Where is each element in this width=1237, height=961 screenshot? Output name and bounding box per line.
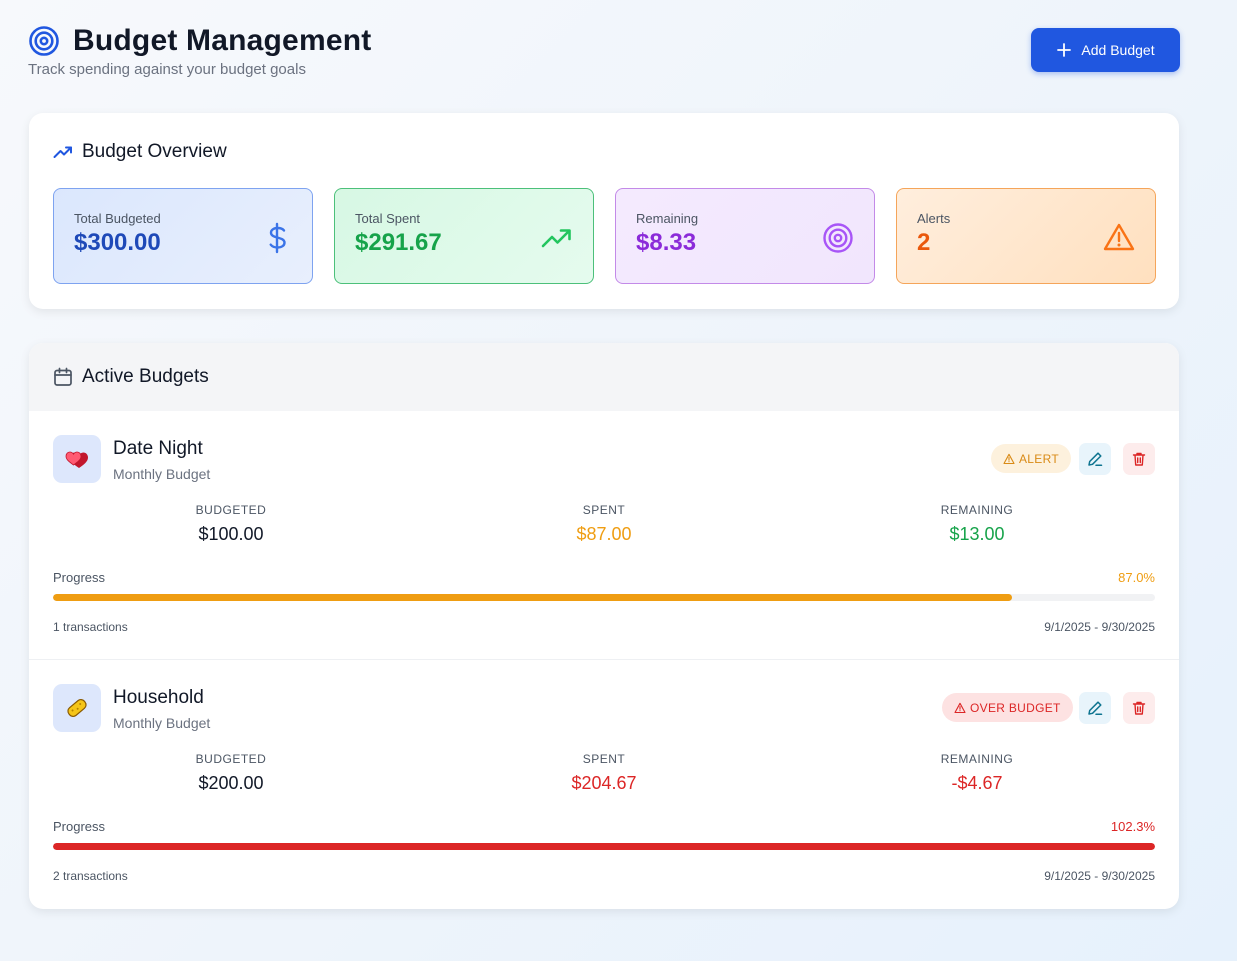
warning-icon: [954, 702, 966, 713]
trending-up-icon: [53, 146, 72, 158]
metric-spent: SPENT $87.00: [504, 503, 704, 545]
progress-label: Progress: [53, 570, 106, 585]
progress-percent: 102.3%: [1110, 819, 1155, 834]
progress-bar: [53, 843, 1155, 850]
warning-icon: [1003, 453, 1015, 464]
page-header: Budget Management Track spending against…: [28, 24, 1180, 84]
metric-budgeted: BUDGETED $200.00: [131, 752, 331, 794]
warning-icon: [1103, 223, 1135, 251]
calendar-icon: [54, 367, 72, 386]
edit-button[interactable]: [1079, 443, 1111, 475]
remaining-value: $13.00: [949, 524, 1005, 544]
metric-remaining: REMAINING $13.00: [877, 503, 1077, 545]
spent-value: $204.67: [571, 773, 637, 793]
budgeted-value: $200.00: [198, 773, 264, 793]
progress-percent: 87.0%: [1118, 570, 1155, 585]
budget-item-date-night: Date Night Monthly Budget ALERT BUDGETED…: [29, 411, 1179, 660]
stat-total-budgeted: Total Budgeted $300.00: [53, 188, 313, 284]
progress-bar: [53, 594, 1155, 601]
transaction-count: 2 transactions: [53, 869, 128, 883]
pencil-icon: [1088, 452, 1103, 467]
add-budget-button[interactable]: Add Budget: [1031, 28, 1180, 72]
stat-total-spent: Total Spent $291.67: [334, 188, 594, 284]
spent-value: $87.00: [576, 524, 632, 544]
target-icon: [29, 26, 59, 56]
active-budgets-header: Active Budgets: [29, 343, 1179, 411]
stat-alerts: Alerts 2: [896, 188, 1156, 284]
add-budget-label: Add Budget: [1081, 42, 1155, 58]
active-budgets-title: Active Budgets: [53, 366, 209, 388]
budget-type: Monthly Budget: [113, 466, 211, 482]
stat-label: Total Spent: [355, 211, 421, 226]
pencil-icon: [1088, 701, 1103, 716]
remaining-value: -$4.67: [951, 773, 1003, 793]
sponge-icon: [53, 684, 101, 732]
metric-budgeted: BUDGETED $100.00: [131, 503, 331, 545]
edit-button[interactable]: [1079, 692, 1111, 724]
progress-fill: [53, 843, 1155, 850]
trash-icon: [1132, 452, 1146, 466]
delete-button[interactable]: [1123, 443, 1155, 475]
dollar-icon: [269, 222, 286, 254]
overview-title: Budget Overview: [53, 141, 227, 163]
budget-name: Date Night: [113, 438, 203, 459]
active-budgets-card: Active Budgets Date Night Monthly Budget…: [29, 343, 1179, 909]
budget-item-household: Household Monthly Budget OVER BUDGET BUD…: [29, 660, 1179, 909]
progress-fill: [53, 594, 1012, 601]
page-title: Budget Management: [73, 24, 372, 57]
date-range: 9/1/2025 - 9/30/2025: [1044, 869, 1155, 883]
budget-name: Household: [113, 687, 204, 708]
delete-button[interactable]: [1123, 692, 1155, 724]
alert-badge: ALERT: [991, 444, 1071, 473]
target-icon: [823, 223, 853, 253]
progress-label: Progress: [53, 819, 106, 834]
transaction-count: 1 transactions: [53, 620, 128, 634]
trending-up-icon: [541, 229, 571, 248]
hearts-icon: [53, 435, 101, 483]
plus-icon: [1057, 43, 1072, 57]
page-subtitle: Track spending against your budget goals: [28, 61, 306, 78]
stat-remaining: Remaining $8.33: [615, 188, 875, 284]
over-budget-badge: OVER BUDGET: [942, 693, 1073, 722]
budget-overview-card: Budget Overview Total Budgeted $300.00 T…: [29, 113, 1179, 309]
metric-remaining: REMAINING -$4.67: [877, 752, 1077, 794]
budget-type: Monthly Budget: [113, 715, 211, 731]
budgeted-value: $100.00: [198, 524, 264, 544]
metric-spent: SPENT $204.67: [504, 752, 704, 794]
date-range: 9/1/2025 - 9/30/2025: [1044, 620, 1155, 634]
trash-icon: [1132, 701, 1146, 715]
